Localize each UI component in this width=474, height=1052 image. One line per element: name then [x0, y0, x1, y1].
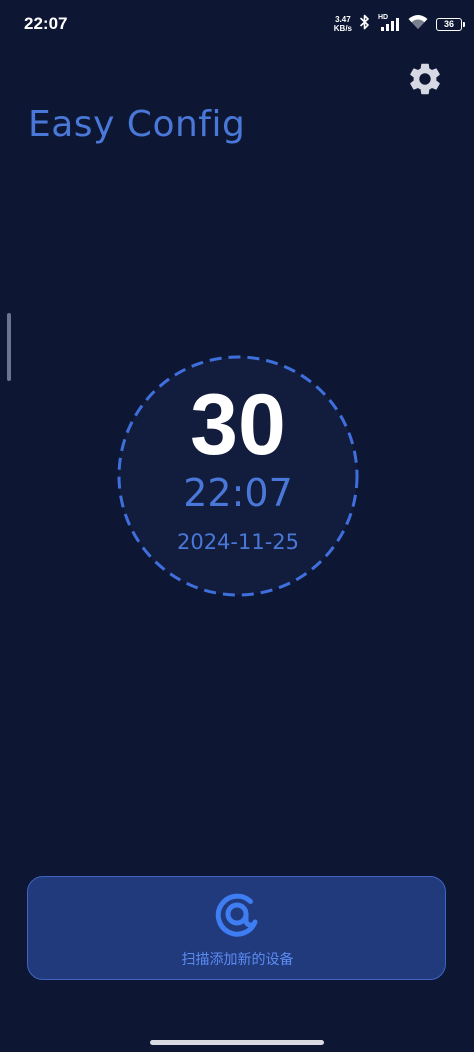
network-speed-unit: KB/s — [333, 24, 352, 33]
scan-add-device-button[interactable]: 扫描添加新的设备 — [27, 876, 446, 980]
status-icons: 3.47 KB/s HD 36 — [334, 12, 465, 36]
gear-icon — [410, 63, 440, 95]
status-bar: 22:07 3.47 KB/s HD 36 — [0, 0, 474, 48]
app-screen: 22:07 3.47 KB/s HD 36 Easy Config 30 22:… — [0, 0, 474, 1052]
clock-time: 22:07 — [183, 471, 293, 515]
app-title: Easy Config — [28, 104, 246, 145]
battery-level: 36 — [443, 19, 454, 29]
home-indicator[interactable] — [150, 1040, 324, 1045]
bluetooth-icon — [360, 14, 370, 34]
battery-icon: 36 — [436, 17, 465, 31]
edge-handle[interactable] — [7, 313, 11, 381]
signal-icon: HD — [378, 14, 400, 32]
clock-count: 30 — [190, 377, 286, 473]
network-speed-value: 3.47 — [335, 15, 351, 24]
clock-date: 2024-11-25 — [176, 530, 300, 554]
wifi-icon — [408, 14, 428, 34]
settings-button[interactable] — [404, 58, 446, 100]
scan-add-device-label: 扫描添加新的设备 — [181, 952, 294, 968]
status-time: 22:07 — [24, 14, 68, 33]
network-speed: 3.47 KB/s — [334, 15, 352, 33]
clock-display: 30 22:07 2024-11-25 — [117, 355, 359, 597]
scan-at-icon — [215, 893, 258, 937]
